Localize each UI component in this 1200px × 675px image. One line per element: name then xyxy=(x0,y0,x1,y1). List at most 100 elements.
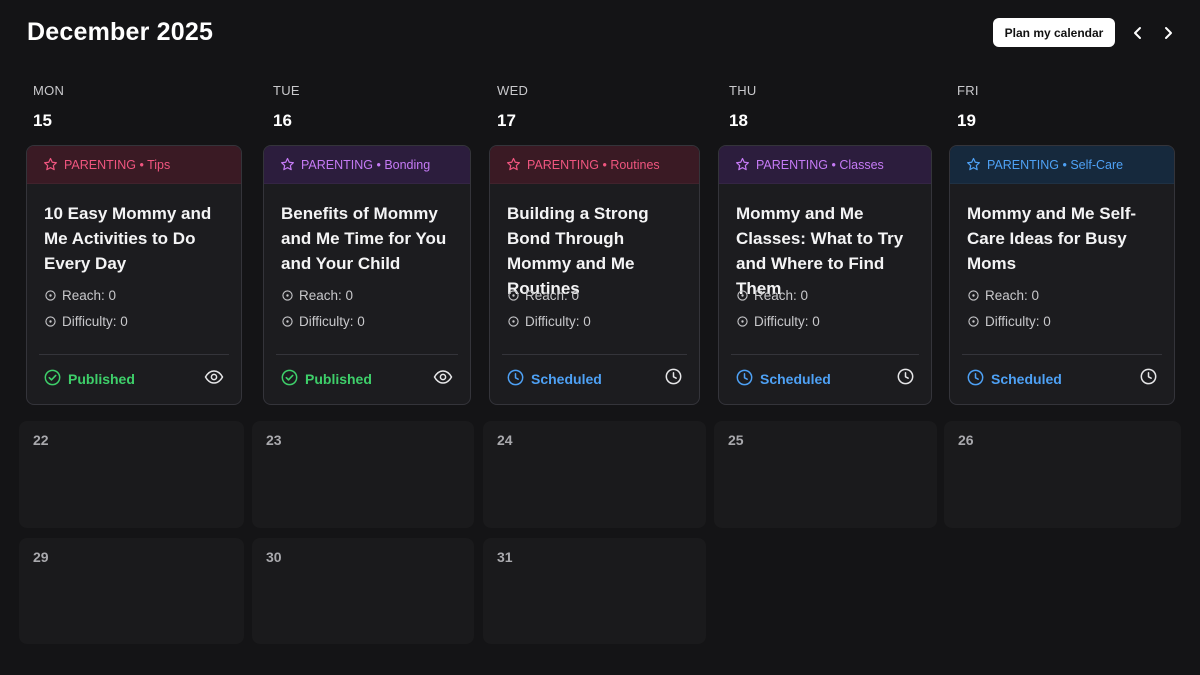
post-card[interactable]: PARENTING • Classes Mommy and Me Classes… xyxy=(718,145,932,405)
reach-label: Reach: 0 xyxy=(525,287,580,303)
card-footer: Scheduled xyxy=(967,368,1157,390)
target-icon xyxy=(508,315,519,327)
card-action-icon[interactable] xyxy=(1140,368,1157,390)
card-category-header: PARENTING • Bonding xyxy=(264,146,470,184)
target-icon xyxy=(45,315,56,327)
day-number: 16 xyxy=(273,111,292,130)
status-icon xyxy=(736,369,760,389)
day-number: 26 xyxy=(958,432,974,448)
day-cell[interactable]: 31 xyxy=(483,538,706,644)
day-of-week-label: WED xyxy=(497,83,529,98)
status-label: Published xyxy=(305,371,372,387)
card-divider xyxy=(731,354,919,355)
post-title: 10 Easy Mommy and Me Activities to Do Ev… xyxy=(44,204,212,273)
reach-label: Reach: 0 xyxy=(985,287,1040,303)
chevron-left-icon xyxy=(1134,27,1141,39)
difficulty-metric: Difficulty: 0 xyxy=(950,308,1174,334)
card-footer: Published xyxy=(281,368,453,390)
card-action-icon[interactable] xyxy=(665,368,682,390)
status-badge: Scheduled xyxy=(507,369,602,389)
card-action-icon[interactable] xyxy=(433,369,453,390)
calendar-page: December 2025 Plan my calendar MON 15 TU… xyxy=(0,0,1200,675)
post-title: Mommy and Me Self-Care Ideas for Busy Mo… xyxy=(967,204,1137,273)
star-icon[interactable] xyxy=(966,157,981,172)
card-divider xyxy=(39,354,229,355)
post-card[interactable]: PARENTING • Tips 10 Easy Mommy and Me Ac… xyxy=(26,145,242,405)
target-icon xyxy=(282,289,293,301)
clock-icon xyxy=(507,369,524,386)
day-of-week-label: MON xyxy=(33,83,65,98)
day-number: 17 xyxy=(497,111,516,130)
card-category-header: PARENTING • Routines xyxy=(490,146,699,184)
star-icon[interactable] xyxy=(506,157,521,172)
target-icon xyxy=(282,315,293,327)
target-icon xyxy=(737,315,748,327)
day-of-week-label: THU xyxy=(729,83,757,98)
status-badge: Scheduled xyxy=(736,369,831,389)
card-divider xyxy=(276,354,458,355)
post-card[interactable]: PARENTING • Bonding Benefits of Mommy an… xyxy=(263,145,471,405)
card-divider xyxy=(502,354,687,355)
day-number: 15 xyxy=(33,111,52,130)
post-title: Mommy and Me Classes: What to Try and Wh… xyxy=(736,204,904,298)
day-number: 25 xyxy=(728,432,744,448)
day-number: 30 xyxy=(266,549,282,565)
card-action-icon[interactable] xyxy=(897,368,914,390)
chevron-right-icon xyxy=(1165,27,1172,39)
day-number: 29 xyxy=(33,549,49,565)
difficulty-metric: Difficulty: 0 xyxy=(27,308,241,334)
card-footer: Published xyxy=(44,368,224,390)
difficulty-label: Difficulty: 0 xyxy=(754,313,820,329)
card-category-header: PARENTING • Classes xyxy=(719,146,931,184)
plan-calendar-button[interactable]: Plan my calendar xyxy=(993,18,1115,47)
day-of-week-label: FRI xyxy=(957,83,979,98)
clock-icon xyxy=(967,369,984,386)
day-of-week-label: TUE xyxy=(273,83,300,98)
day-number: 19 xyxy=(957,111,976,130)
previous-week-button[interactable] xyxy=(1127,22,1149,44)
reach-label: Reach: 0 xyxy=(754,287,809,303)
card-action-icon[interactable] xyxy=(204,369,224,390)
card-footer: Scheduled xyxy=(507,368,682,390)
day-cell[interactable]: 26 xyxy=(944,421,1181,528)
clock-icon xyxy=(736,369,753,386)
difficulty-metric: Difficulty: 0 xyxy=(264,308,470,334)
day-cell[interactable]: 29 xyxy=(19,538,244,644)
status-label: Scheduled xyxy=(991,371,1062,387)
clock-icon xyxy=(1140,368,1157,385)
day-cell[interactable]: 23 xyxy=(252,421,474,528)
difficulty-metric: Difficulty: 0 xyxy=(719,308,931,334)
status-icon xyxy=(967,369,991,389)
day-cell[interactable]: 25 xyxy=(714,421,937,528)
star-icon[interactable] xyxy=(280,157,295,172)
post-card[interactable]: PARENTING • Self-Care Mommy and Me Self-… xyxy=(949,145,1175,405)
target-icon xyxy=(968,315,979,327)
category-label: PARENTING • Tips xyxy=(64,157,171,172)
category-label: PARENTING • Classes xyxy=(756,157,884,172)
reach-label: Reach: 0 xyxy=(299,287,354,303)
status-badge: Scheduled xyxy=(967,369,1062,389)
post-card[interactable]: PARENTING • Routines Building a Strong B… xyxy=(489,145,700,405)
target-icon xyxy=(968,289,979,301)
next-week-button[interactable] xyxy=(1157,22,1179,44)
post-title: Benefits of Mommy and Me Time for You an… xyxy=(281,204,447,273)
reach-label: Reach: 0 xyxy=(62,287,117,303)
eye-icon xyxy=(204,369,224,384)
eye-icon xyxy=(433,369,453,384)
target-icon xyxy=(737,289,748,301)
post-title: Building a Strong Bond Through Mommy and… xyxy=(507,204,649,298)
category-label: PARENTING • Self-Care xyxy=(987,157,1124,172)
card-footer: Scheduled xyxy=(736,368,914,390)
day-number: 18 xyxy=(729,111,748,130)
card-category-header: PARENTING • Tips xyxy=(27,146,241,184)
star-icon[interactable] xyxy=(735,157,750,172)
reach-metric: Reach: 0 xyxy=(264,282,470,308)
day-cell[interactable]: 22 xyxy=(19,421,244,528)
difficulty-label: Difficulty: 0 xyxy=(62,313,128,329)
day-cell[interactable]: 30 xyxy=(252,538,474,644)
star-icon[interactable] xyxy=(43,157,58,172)
status-icon xyxy=(507,369,531,389)
category-label: PARENTING • Bonding xyxy=(301,157,431,172)
status-icon xyxy=(44,369,68,389)
day-cell[interactable]: 24 xyxy=(483,421,706,528)
